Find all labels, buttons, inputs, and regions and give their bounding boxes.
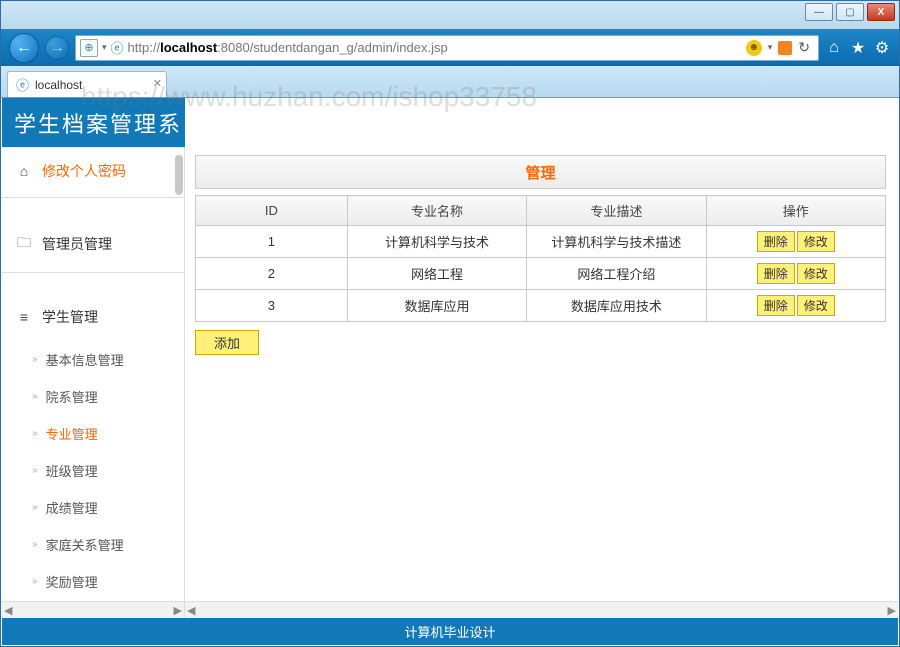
- main-scrollbar: ◀ ▶: [185, 601, 898, 618]
- sidebar-sub-item[interactable]: » 院系管理: [2, 378, 184, 415]
- cell-id: 1: [196, 226, 348, 258]
- col-ops: 操作: [706, 196, 885, 226]
- cell-name: 网络工程: [347, 258, 526, 290]
- rss-icon[interactable]: [778, 41, 792, 55]
- smiley-icon[interactable]: ☻: [746, 40, 762, 56]
- col-desc: 专业描述: [527, 196, 706, 226]
- forward-button[interactable]: →: [45, 36, 69, 60]
- sidebar-item-label: 修改个人密码: [42, 161, 126, 181]
- scroll-left-icon[interactable]: ◀: [187, 604, 195, 617]
- chevron-right-icon: »: [32, 576, 38, 587]
- col-name: 专业名称: [347, 196, 526, 226]
- url-dropdown-icon[interactable]: ▾: [768, 42, 773, 53]
- browser-toolbar: ← → ⊕ ▾ ⓔ http://localhost:8080/studentd…: [1, 29, 899, 66]
- sidebar-sub-label: 基本信息管理: [46, 350, 124, 369]
- table-row: 1计算机科学与技术计算机科学与技术描述删除修改: [196, 226, 886, 258]
- window-minimize-button[interactable]: —: [805, 3, 833, 21]
- edit-button[interactable]: 修改: [797, 263, 835, 284]
- window-maximize-button[interactable]: ▢: [836, 3, 864, 21]
- cell-name: 数据库应用: [347, 290, 526, 322]
- sidebar-sub-item[interactable]: » 班级管理: [2, 452, 184, 489]
- sidebar-sub-item[interactable]: » 专业管理: [2, 415, 184, 452]
- chevron-right-icon: »: [32, 428, 38, 439]
- back-button[interactable]: ←: [9, 33, 39, 63]
- sidebar-sub-item[interactable]: » 成绩管理: [2, 489, 184, 526]
- sidebar-item-label: 学生管理: [42, 307, 98, 327]
- sidebar-sub-label: 家庭关系管理: [46, 535, 124, 554]
- table-row: 2网络工程网络工程介绍删除修改: [196, 258, 886, 290]
- app-root: 学生档案管理系 ⌂ 修改个人密码 🗀 管理员管理 ≡ 学生管理 »基本信息管理»…: [2, 98, 898, 645]
- data-table: ID 专业名称 专业描述 操作 1计算机科学与技术计算机科学与技术描述删除修改2…: [195, 195, 886, 322]
- cell-id: 3: [196, 290, 348, 322]
- browser-tab[interactable]: ⓔ localhost ✕: [7, 71, 167, 97]
- chevron-right-icon: »: [32, 465, 38, 476]
- app-footer: 计算机毕业设计: [2, 618, 898, 645]
- browser-tabstrip: ⓔ localhost ✕: [1, 66, 899, 98]
- chevron-right-icon: »: [32, 502, 38, 513]
- address-bar[interactable]: ⊕ ▾ ⓔ http://localhost:8080/studentdanga…: [75, 35, 819, 61]
- sidebar-scrollbar-thumb[interactable]: [175, 155, 183, 195]
- addtab-dropdown-icon[interactable]: ▾: [102, 42, 107, 53]
- cell-ops: 删除修改: [706, 226, 885, 258]
- sidebar-sub-item[interactable]: » 家庭关系管理: [2, 526, 184, 563]
- add-button[interactable]: 添加: [195, 330, 259, 355]
- sidebar-sub-item[interactable]: » 奖励管理: [2, 563, 184, 600]
- cell-desc: 数据库应用技术: [527, 290, 706, 322]
- chevron-right-icon: »: [32, 539, 38, 550]
- scroll-left-icon[interactable]: ◀: [4, 604, 12, 617]
- url-text: http://localhost:8080/studentdangan_g/ad…: [128, 40, 448, 55]
- sidebar-sub-label: 院系管理: [46, 387, 98, 406]
- ie-logo-icon: ⓔ: [111, 38, 124, 57]
- sidebar-item-admin[interactable]: 🗀 管理员管理: [2, 218, 184, 270]
- tab-title: localhost: [35, 78, 82, 92]
- chevron-right-icon: »: [32, 354, 38, 365]
- cell-desc: 计算机科学与技术描述: [527, 226, 706, 258]
- cell-ops: 删除修改: [706, 258, 885, 290]
- sidebar-sub-label: 班级管理: [46, 461, 98, 480]
- home-icon[interactable]: ⌂: [825, 39, 843, 57]
- main-content: 管理 ID 专业名称 专业描述 操作 1计算机科学与技术计算机科学与技术描述删除…: [185, 147, 898, 618]
- tab-favicon-icon: ⓔ: [16, 75, 29, 94]
- sidebar-sub-label: 专业管理: [46, 424, 98, 443]
- edit-button[interactable]: 修改: [797, 295, 835, 316]
- chevron-right-icon: »: [32, 391, 38, 402]
- window-close-button[interactable]: X: [867, 3, 895, 21]
- col-id: ID: [196, 196, 348, 226]
- cell-ops: 删除修改: [706, 290, 885, 322]
- edit-button[interactable]: 修改: [797, 231, 835, 252]
- sidebar: ⌂ 修改个人密码 🗀 管理员管理 ≡ 学生管理 » 基本信息管理 » 院系管理 » 专业管…: [2, 147, 185, 618]
- cell-id: 2: [196, 258, 348, 290]
- table-row: 3数据库应用数据库应用技术删除修改: [196, 290, 886, 322]
- cell-desc: 网络工程介绍: [527, 258, 706, 290]
- delete-button[interactable]: 删除: [757, 295, 795, 316]
- add-tab-icon[interactable]: ⊕: [80, 39, 98, 57]
- list-icon: ≡: [16, 309, 32, 325]
- scroll-right-icon[interactable]: ▶: [174, 604, 182, 617]
- delete-button[interactable]: 删除: [757, 231, 795, 252]
- sidebar-item-password[interactable]: ⌂ 修改个人密码: [2, 147, 184, 195]
- delete-button[interactable]: 删除: [757, 263, 795, 284]
- sidebar-sub-item[interactable]: » 基本信息管理: [2, 341, 184, 378]
- app-title: 学生档案管理系: [2, 98, 185, 147]
- sidebar-sub-label: 奖励管理: [46, 572, 98, 591]
- tab-close-icon[interactable]: ✕: [153, 77, 162, 90]
- folder-icon: 🗀: [16, 232, 32, 256]
- panel-title: 管理: [195, 155, 886, 189]
- sidebar-item-label: 管理员管理: [42, 234, 112, 254]
- sidebar-item-student[interactable]: ≡ 学生管理: [2, 293, 184, 341]
- settings-gear-icon[interactable]: ⚙: [873, 39, 891, 57]
- home-icon: ⌂: [16, 163, 32, 179]
- favorites-icon[interactable]: ★: [849, 39, 867, 57]
- window-titlebar: — ▢ X: [1, 1, 899, 29]
- cell-name: 计算机科学与技术: [347, 226, 526, 258]
- refresh-icon[interactable]: ↻: [798, 39, 810, 56]
- sidebar-sub-label: 成绩管理: [46, 498, 98, 517]
- scroll-right-icon[interactable]: ▶: [888, 604, 896, 617]
